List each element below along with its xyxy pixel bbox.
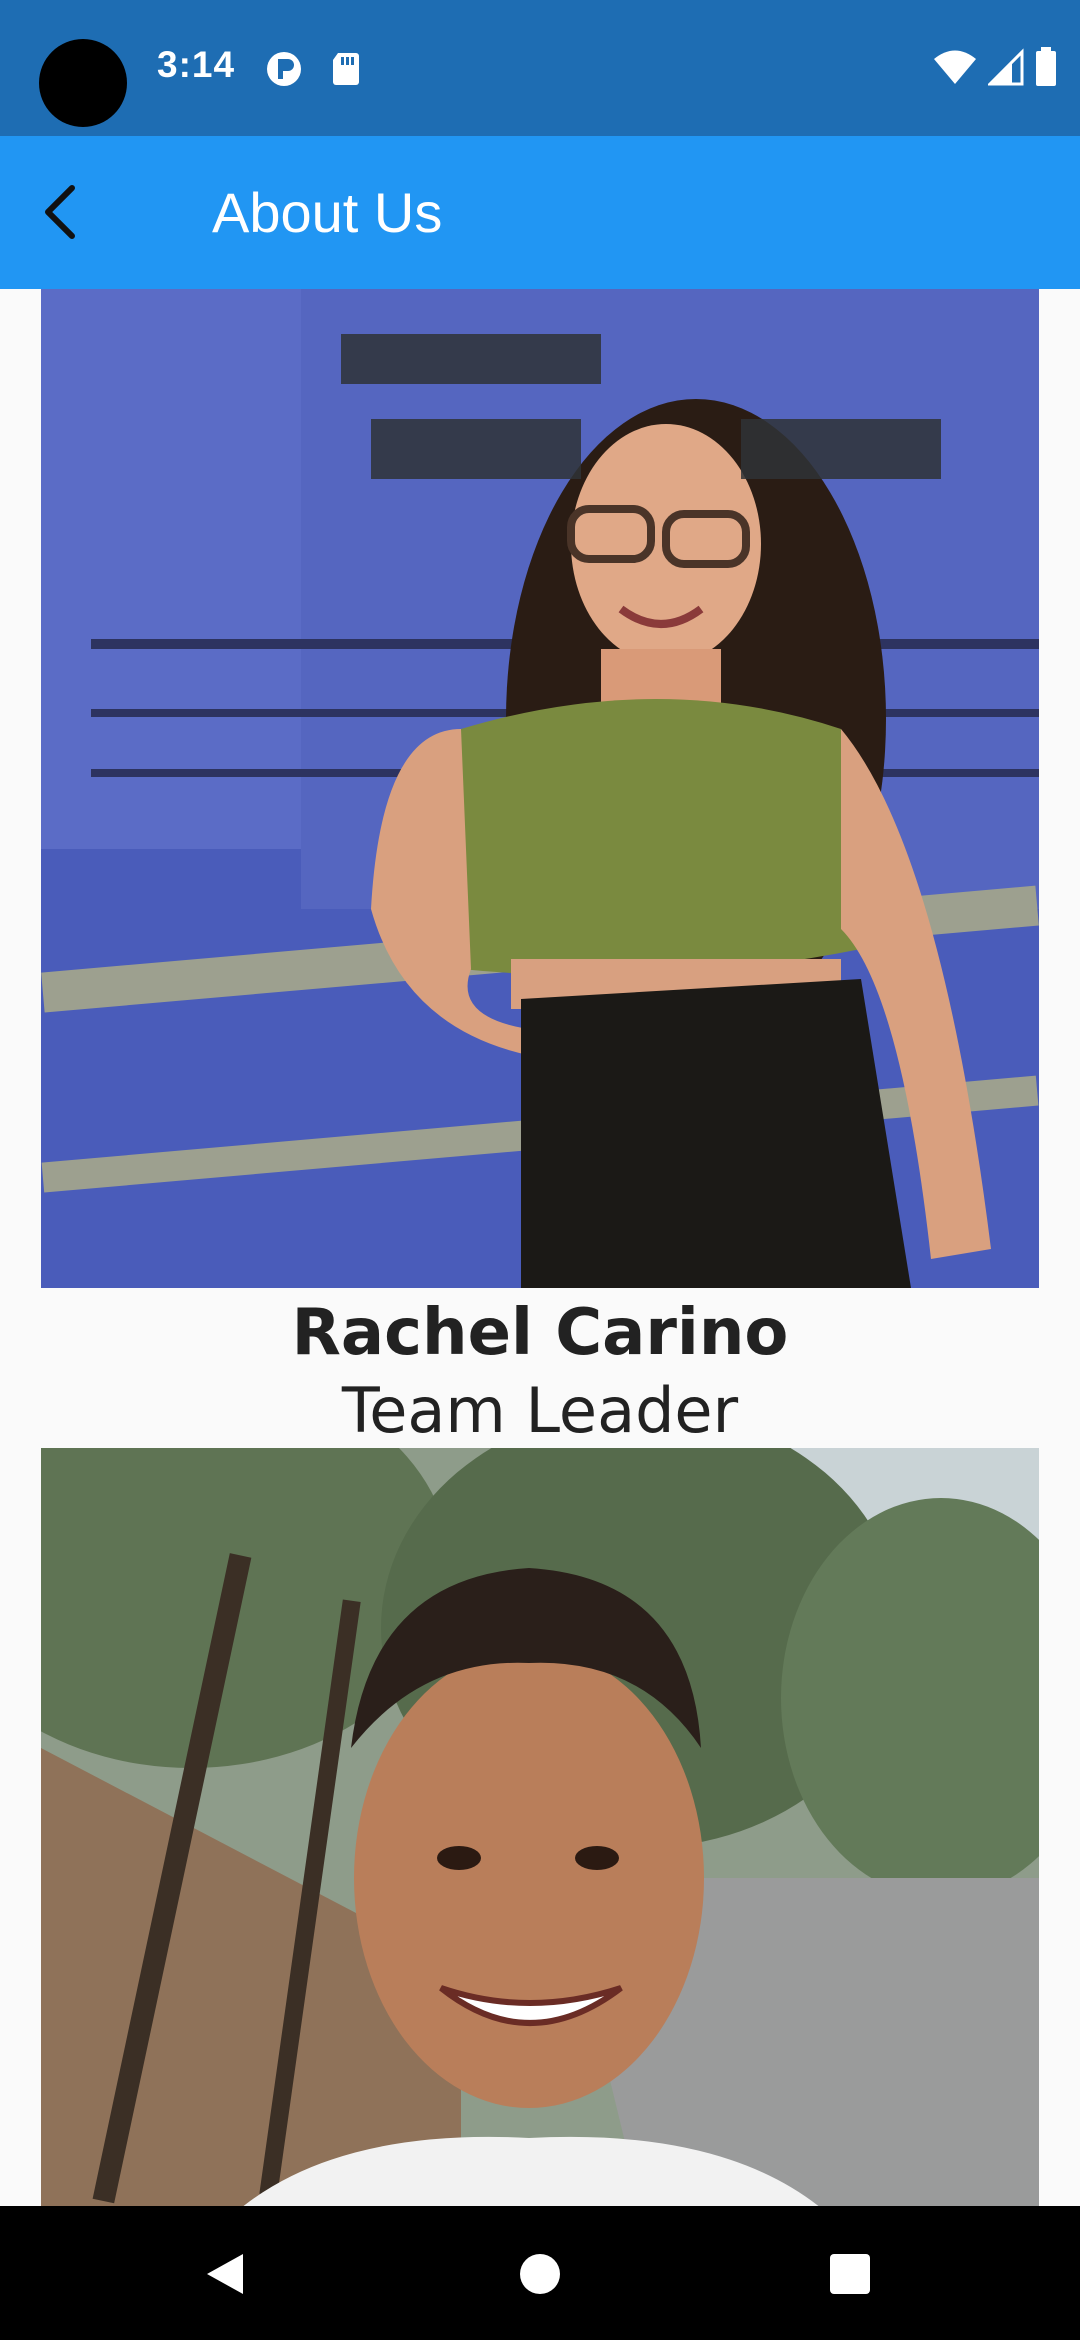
wifi-icon bbox=[934, 50, 976, 84]
members-list[interactable]: Rachel Carino Team Leader bbox=[0, 289, 1080, 2206]
signal-icon bbox=[988, 48, 1024, 86]
recents-nav-icon bbox=[830, 2254, 870, 2294]
notification-icon bbox=[267, 52, 301, 86]
camera-cutout bbox=[39, 39, 127, 127]
member-photo bbox=[41, 289, 1039, 1288]
battery-icon bbox=[1036, 47, 1056, 86]
member-role: Team Leader bbox=[341, 1374, 739, 1447]
back-arrow-icon bbox=[45, 185, 75, 239]
nav-recents-button[interactable] bbox=[815, 2239, 885, 2309]
back-nav-icon bbox=[207, 2254, 243, 2294]
status-time: 3:14 bbox=[157, 44, 236, 85]
page-title: About Us bbox=[212, 181, 443, 244]
system-nav-bar bbox=[0, 2206, 1080, 2340]
home-nav-icon bbox=[520, 2254, 560, 2294]
nav-home-button[interactable] bbox=[505, 2239, 575, 2309]
app-bar: About Us bbox=[0, 136, 1080, 289]
nav-back-button[interactable] bbox=[190, 2239, 260, 2309]
member-name: Rachel Carino bbox=[291, 1296, 789, 1370]
status-bar: 3:14 bbox=[0, 0, 1080, 136]
portrait-photo-1 bbox=[41, 289, 1039, 1288]
sd-card-icon bbox=[333, 53, 359, 85]
status-icons-right bbox=[932, 46, 1058, 88]
member-photo bbox=[41, 1448, 1039, 2206]
portrait-photo-2 bbox=[41, 1448, 1039, 2206]
back-button[interactable] bbox=[20, 172, 100, 252]
